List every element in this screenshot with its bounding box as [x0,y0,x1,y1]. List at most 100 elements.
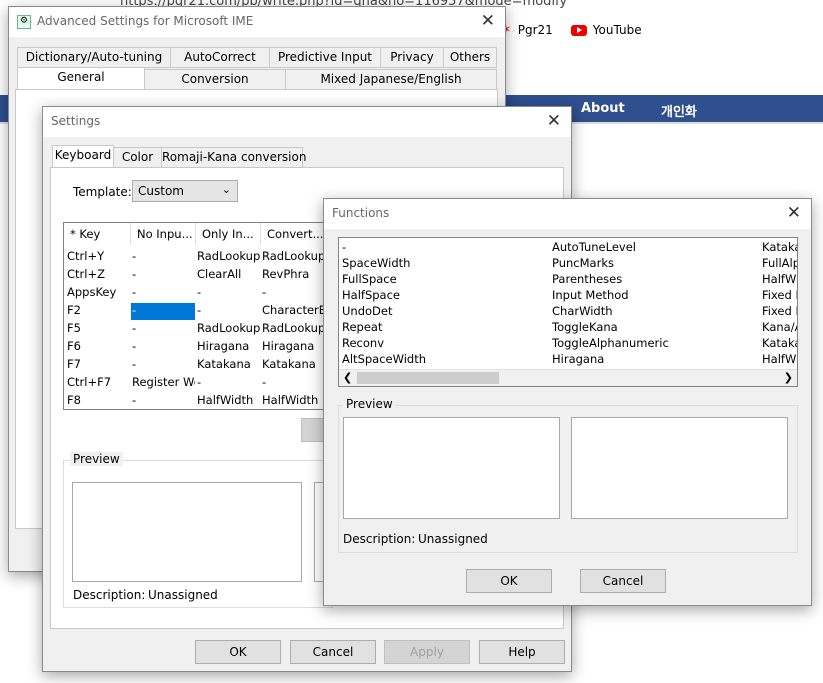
table-cell[interactable]: Ctrl+Y [67,249,131,266]
tab-romaji-kana[interactable]: Romaji-Kana conversion [161,147,306,168]
list-item[interactable]: Katakan [762,336,797,350]
table-cell[interactable]: - [196,375,260,392]
preview-box [72,482,302,582]
nav-about[interactable]: About [581,101,625,116]
horizontal-scrollbar[interactable]: ❮ ❯ [339,369,797,386]
list-item[interactable]: AltSpaceWidth [342,352,542,366]
list-item[interactable]: HalfWi [762,352,797,366]
table-cell[interactable]: - [131,321,195,338]
tab-general[interactable]: General [17,67,145,90]
list-item[interactable]: Reconv [342,336,542,350]
list-item[interactable]: SpaceWidth [342,256,542,270]
list-item[interactable]: Repeat [342,320,542,334]
table-cell[interactable]: Ctrl+F7 [67,375,131,392]
list-item[interactable]: AutoTuneLevel [552,240,752,254]
table-cell[interactable]: - [131,357,195,374]
table-cell[interactable]: - [131,303,195,320]
bookmark-youtube[interactable]: YouTube [570,23,642,37]
tab-color[interactable]: Color [113,147,162,168]
list-item[interactable]: FullAlp [762,256,797,270]
table-cell[interactable]: RadLookup [196,321,260,338]
bookmark-pgr21[interactable]: ✶ Pgr21 [500,22,553,38]
table-cell[interactable]: - [131,285,195,302]
close-icon[interactable]: ✕ [547,111,561,131]
apply-button: Apply [384,640,470,664]
table-cell[interactable]: Register Wo [131,375,195,392]
bookmarks-bar: ✶ Pgr21 YouTube [500,18,642,42]
table-cell[interactable]: RadLookup [196,249,260,266]
cancel-button[interactable]: Cancel [290,640,376,664]
ime-settings-icon: ⚙ [17,15,31,29]
nav-personal[interactable]: 개인화 [661,101,697,120]
list-item[interactable]: ToggleKana [552,320,752,334]
tab-conversion[interactable]: Conversion [144,69,286,90]
list-item[interactable]: Fixed H [762,304,797,318]
tab-keyboard[interactable]: Keyboard [52,145,114,168]
col-only-input[interactable]: Only In... [196,223,261,245]
preview-label: Preview [70,452,123,466]
list-item[interactable]: Kana/A [762,320,797,334]
cancel-button[interactable]: Cancel [580,569,666,593]
functions-titlebar: Functions ✕ [324,199,811,229]
list-item[interactable]: UndoDet [342,304,542,318]
list-item[interactable]: Hiragana [552,352,752,366]
scroll-right-icon[interactable]: ❯ [784,371,793,384]
list-item[interactable]: Parentheses [552,272,752,286]
list-item[interactable]: Katakan [762,240,797,254]
table-cell[interactable]: Katakana [196,357,260,374]
tab-privacy[interactable]: Privacy [380,47,444,68]
functions-title: Functions [332,206,390,220]
key-table: * Key No Inpu... Only In... Convert... C… [63,222,333,410]
table-cell[interactable]: - [131,339,195,356]
table-cell[interactable]: F7 [67,357,131,374]
table-cell[interactable]: ClearAll [196,267,260,284]
table-cell[interactable]: AppsKey [67,285,131,302]
table-cell[interactable]: - [196,303,260,320]
tab-mixed[interactable]: Mixed Japanese/English [285,69,497,90]
help-button[interactable]: Help [479,640,565,664]
table-cell[interactable]: Hiragana [196,339,260,356]
ok-button[interactable]: OK [466,569,552,593]
table-cell[interactable]: HalfWidth [196,393,260,409]
scrollbar-thumb[interactable] [357,372,499,384]
table-cell[interactable]: F5 [67,321,131,338]
ok-button[interactable]: OK [195,640,281,664]
list-item[interactable]: - [342,240,542,254]
table-cell[interactable]: Ctrl+Z [67,267,131,284]
list-item[interactable]: CharWidth [552,304,752,318]
advanced-titlebar: Advanced Settings for Microsoft IME ⚙ ✕ [9,7,505,37]
tab-autocorrect[interactable]: AutoCorrect [170,47,270,68]
list-item[interactable]: ToggleAlphanumeric [552,336,752,350]
tab-dictionary[interactable]: Dictionary/Auto-tuning [17,47,171,68]
fn-preview-group: Preview [338,397,798,553]
close-icon[interactable]: ✕ [481,11,495,31]
table-cell[interactable]: - [196,285,260,302]
table-cell[interactable]: F8 [67,393,131,409]
tab-predictive[interactable]: Predictive Input [269,47,381,68]
template-select[interactable]: Custom ⌄ [132,180,238,202]
table-cell[interactable]: - [131,267,195,284]
chevron-down-icon: ⌄ [221,183,231,196]
col-no-input[interactable]: No Inpu... [131,223,196,245]
functions-dialog: Functions ✕ - SpaceWidth FullSpace HalfSpac… [323,198,812,606]
preview-box [343,417,560,519]
table-cell[interactable]: F6 [67,339,131,356]
preview-group: Preview [63,452,334,608]
list-item[interactable]: Input Method [552,288,752,302]
preview-box-2 [571,417,788,519]
list-item[interactable]: HalfSpace [342,288,542,302]
table-cell[interactable]: - [131,249,195,266]
description-value: Unassigned [418,532,488,546]
tab-others[interactable]: Others [443,47,497,68]
description-value: Unassigned [148,588,218,602]
table-cell[interactable]: - [131,393,195,409]
col-key[interactable]: * Key [64,223,131,245]
functions-list[interactable]: - SpaceWidth FullSpace HalfSpace UndoDet Repe… [338,237,798,387]
list-item[interactable]: HalfWi [762,272,797,286]
list-item[interactable]: FullSpace [342,272,542,286]
close-icon[interactable]: ✕ [787,203,801,223]
list-item[interactable]: PuncMarks [552,256,752,270]
list-item[interactable]: Fixed F [762,288,797,302]
scroll-left-icon[interactable]: ❮ [343,371,352,384]
table-cell[interactable]: F2 [67,303,131,320]
